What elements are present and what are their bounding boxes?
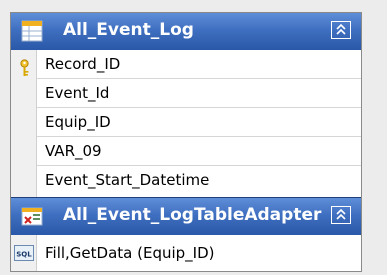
- column-event-id[interactable]: Event_Id: [37, 79, 361, 108]
- collapse-chevron-icon[interactable]: [331, 206, 351, 224]
- dataset-designer-panel: All_Event_Log Record_ID Event_Id Equip_I…: [10, 12, 362, 272]
- datatable-title: All_Event_Log: [63, 20, 194, 40]
- sql-query-icon: SQL: [14, 245, 34, 261]
- query-fill-getdata[interactable]: Fill,GetData (Equip_ID): [37, 235, 361, 271]
- datatable-icon: [21, 20, 43, 42]
- datatable-header[interactable]: All_Event_Log: [11, 13, 361, 50]
- column-equip-id[interactable]: Equip_ID: [37, 108, 361, 137]
- svg-text:SQL: SQL: [16, 251, 32, 259]
- column-record-id[interactable]: Record_ID: [37, 50, 361, 79]
- column-var-09[interactable]: VAR_09: [37, 137, 361, 166]
- collapse-chevron-icon[interactable]: [331, 21, 351, 39]
- column-event-start-datetime[interactable]: Event_Start_Datetime: [37, 166, 361, 195]
- primary-key-icon: [20, 59, 29, 76]
- tableadapter-icon: [21, 207, 43, 226]
- tableadapter-title: All_Event_LogTableAdapter: [63, 205, 322, 225]
- tableadapter-header[interactable]: All_Event_LogTableAdapter: [11, 197, 361, 235]
